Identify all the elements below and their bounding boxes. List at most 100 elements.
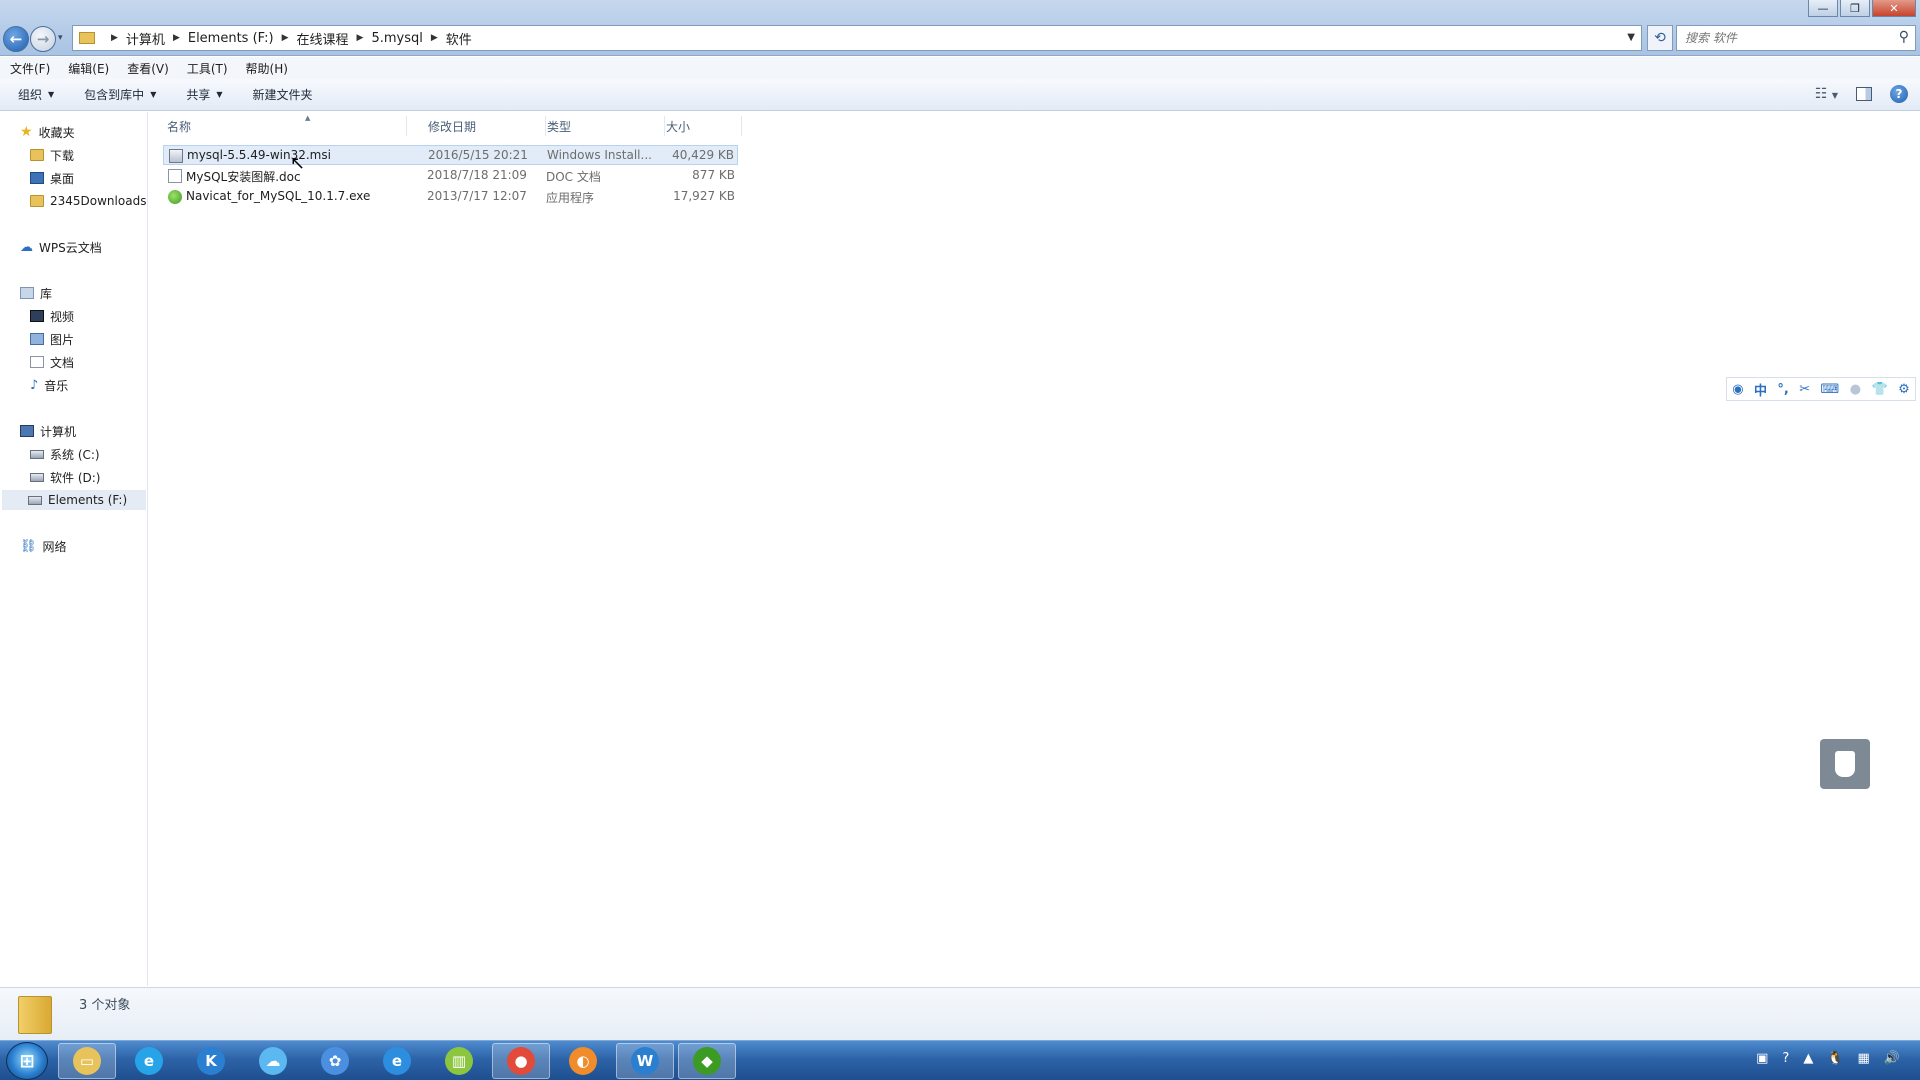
- input-method-icon[interactable]: ▣: [1756, 1051, 1768, 1066]
- sidebar-item-computer[interactable]: 计算机: [20, 421, 76, 441]
- user-icon[interactable]: ◉: [1732, 382, 1743, 397]
- search-box[interactable]: ⚲: [1676, 25, 1916, 51]
- folder-icon: [30, 195, 44, 207]
- sidebar-item-libraries[interactable]: 库: [20, 283, 52, 303]
- menu-edit[interactable]: 编辑(E): [68, 60, 109, 77]
- file-row[interactable]: MySQL安装图解.doc 2018/7/18 21:09 DOC 文档 877…: [163, 166, 738, 186]
- file-row[interactable]: mysql-5.5.49-win32.msi 2016/5/15 20:21 W…: [163, 145, 738, 165]
- recent-pages-dropdown[interactable]: ▾: [58, 33, 63, 43]
- sidebar-item-wps-cloud[interactable]: ☁ WPS云文档: [20, 237, 102, 257]
- sidebar-item-desktop[interactable]: 桌面: [30, 168, 74, 188]
- close-button[interactable]: ✕: [1872, 0, 1916, 17]
- breadcrumb-computer[interactable]: 计算机: [126, 29, 165, 48]
- floating-mouse-button[interactable]: [1820, 739, 1870, 789]
- punctuation-icon[interactable]: °,: [1777, 382, 1788, 397]
- breadcrumb-mysql[interactable]: 5.mysql: [371, 31, 422, 46]
- start-button[interactable]: ⊞: [6, 1042, 48, 1080]
- new-folder-button[interactable]: 新建文件夹: [253, 86, 313, 103]
- network-tray-icon[interactable]: ▦: [1858, 1051, 1870, 1066]
- chinese-mode-icon[interactable]: 中: [1754, 380, 1767, 399]
- search-input[interactable]: [1685, 31, 1885, 45]
- sidebar-item-label: 文档: [50, 355, 75, 370]
- sidebar-item-favorites[interactable]: ★ 收藏夹: [20, 122, 75, 142]
- breadcrumb-separator[interactable]: ▶: [173, 33, 180, 43]
- person-icon[interactable]: ●: [1850, 382, 1861, 397]
- include-in-library-button[interactable]: 包含到库中 ▼: [84, 86, 156, 103]
- address-bar[interactable]: ▶ 计算机 ▶ Elements (F:) ▶ 在线课程 ▶ 5.mysql ▶…: [72, 25, 1642, 51]
- sidebar-item-label: 桌面: [50, 171, 75, 186]
- sidebar-item-drive-f[interactable]: Elements (F:): [2, 490, 146, 510]
- minimize-button[interactable]: —: [1808, 0, 1838, 17]
- help-icon[interactable]: ?: [1890, 85, 1908, 103]
- taskbar-app-explorer[interactable]: ▭: [58, 1043, 116, 1079]
- change-view-icon[interactable]: ☷ ▼: [1815, 86, 1838, 102]
- document-icon: [30, 356, 44, 368]
- refresh-button[interactable]: ⟲: [1647, 25, 1673, 51]
- sidebar-item-network[interactable]: ⛓ 网络: [20, 536, 67, 556]
- file-type: 应用程序: [546, 191, 595, 205]
- taskbar-app-chrome[interactable]: ●: [492, 1043, 550, 1079]
- taskbar-app-k-app[interactable]: K: [182, 1043, 240, 1079]
- sidebar-item-documents[interactable]: 文档: [30, 352, 74, 372]
- scissors-icon[interactable]: ✂: [1799, 382, 1810, 397]
- column-header-date[interactable]: 修改日期: [428, 116, 546, 136]
- back-button[interactable]: ←: [3, 26, 29, 52]
- maximize-button[interactable]: ❐: [1840, 0, 1870, 17]
- breadcrumb-elements-drive[interactable]: Elements (F:): [188, 31, 274, 46]
- breadcrumb-separator[interactable]: ▶: [431, 33, 438, 43]
- qq-icon[interactable]: 🐧: [1827, 1051, 1843, 1066]
- preview-pane-icon[interactable]: [1856, 87, 1872, 101]
- new-folder-label: 新建文件夹: [252, 88, 313, 102]
- taskbar-app-navicat[interactable]: ◆: [678, 1043, 736, 1079]
- drive-icon: [30, 472, 44, 482]
- navicat-app-icon: [168, 190, 182, 204]
- column-header-size[interactable]: 大小: [666, 116, 742, 136]
- refresh-icon: ⟲: [1654, 30, 1666, 46]
- menu-view[interactable]: 查看(V): [127, 60, 169, 77]
- sidebar-item-label: 系统 (C:): [50, 447, 100, 462]
- skin-icon[interactable]: 👕: [1871, 382, 1887, 397]
- menu-file[interactable]: 文件(F): [10, 60, 50, 77]
- search-icon[interactable]: ⚲: [1899, 29, 1909, 45]
- help-tray-icon[interactable]: ?: [1782, 1051, 1789, 1066]
- breadcrumb-separator[interactable]: ▶: [111, 33, 118, 43]
- taskbar-app-cloud-app[interactable]: ☁: [244, 1043, 302, 1079]
- forward-button[interactable]: →: [30, 26, 56, 52]
- taskbar-app-chart-app[interactable]: ▥: [430, 1043, 488, 1079]
- file-type: DOC 文档: [546, 170, 601, 184]
- share-button[interactable]: 共享 ▼: [186, 86, 222, 103]
- organize-button[interactable]: 组织 ▼: [18, 86, 54, 103]
- column-header-type[interactable]: 类型: [547, 116, 665, 136]
- tray-expand-icon[interactable]: ▲: [1803, 1051, 1813, 1066]
- sidebar-item-pictures[interactable]: 图片: [30, 329, 74, 349]
- sidebar-item-label: 下载: [50, 148, 75, 163]
- sidebar-item-drive-d[interactable]: 软件 (D:): [30, 467, 100, 487]
- breadcrumb-separator[interactable]: ▶: [282, 33, 289, 43]
- menu-tools[interactable]: 工具(T): [187, 60, 228, 77]
- taskbar-app-internet-explorer[interactable]: e: [368, 1043, 426, 1079]
- msi-installer-icon: [169, 149, 183, 163]
- keyboard-icon[interactable]: ⌨: [1821, 382, 1840, 397]
- column-header-name[interactable]: 名称 ▲: [167, 114, 407, 136]
- sidebar-item-videos[interactable]: 视频: [30, 306, 74, 326]
- breadcrumb-separator[interactable]: ▶: [357, 33, 364, 43]
- settings-icon[interactable]: ⚙: [1898, 382, 1910, 397]
- file-row[interactable]: Navicat_for_MySQL_10.1.7.exe 2013/7/17 1…: [163, 187, 738, 207]
- menu-help[interactable]: 帮助(H): [246, 60, 288, 77]
- taskbar-app-wps-writer[interactable]: W: [616, 1043, 674, 1079]
- breadcrumb-online-courses[interactable]: 在线课程: [297, 29, 349, 48]
- taskbar: ⊞ ▭ e K ☁ ✿ e ▥ ● ◐ W ◆ ▣ ? ▲ 🐧 ▦ 🔊: [0, 1040, 1920, 1080]
- network-icon: ⛓: [20, 538, 37, 554]
- taskbar-app-orange-app[interactable]: ◐: [554, 1043, 612, 1079]
- file-date: 2013/7/17 12:07: [427, 189, 527, 203]
- organize-label: 组织: [18, 88, 43, 102]
- volume-icon[interactable]: 🔊: [1884, 1051, 1900, 1066]
- taskbar-app-baidu-netdisk[interactable]: ✿: [306, 1043, 364, 1079]
- sidebar-item-music[interactable]: ♪ 音乐: [30, 375, 68, 395]
- sidebar-item-2345downloads[interactable]: 2345Downloads: [30, 191, 146, 211]
- breadcrumb-software[interactable]: 软件: [446, 29, 472, 48]
- sidebar-item-drive-c[interactable]: 系统 (C:): [30, 444, 100, 464]
- address-history-dropdown[interactable]: ▼: [1627, 32, 1635, 43]
- taskbar-app-browser-e[interactable]: e: [120, 1043, 178, 1079]
- sidebar-item-downloads[interactable]: 下载: [30, 145, 74, 165]
